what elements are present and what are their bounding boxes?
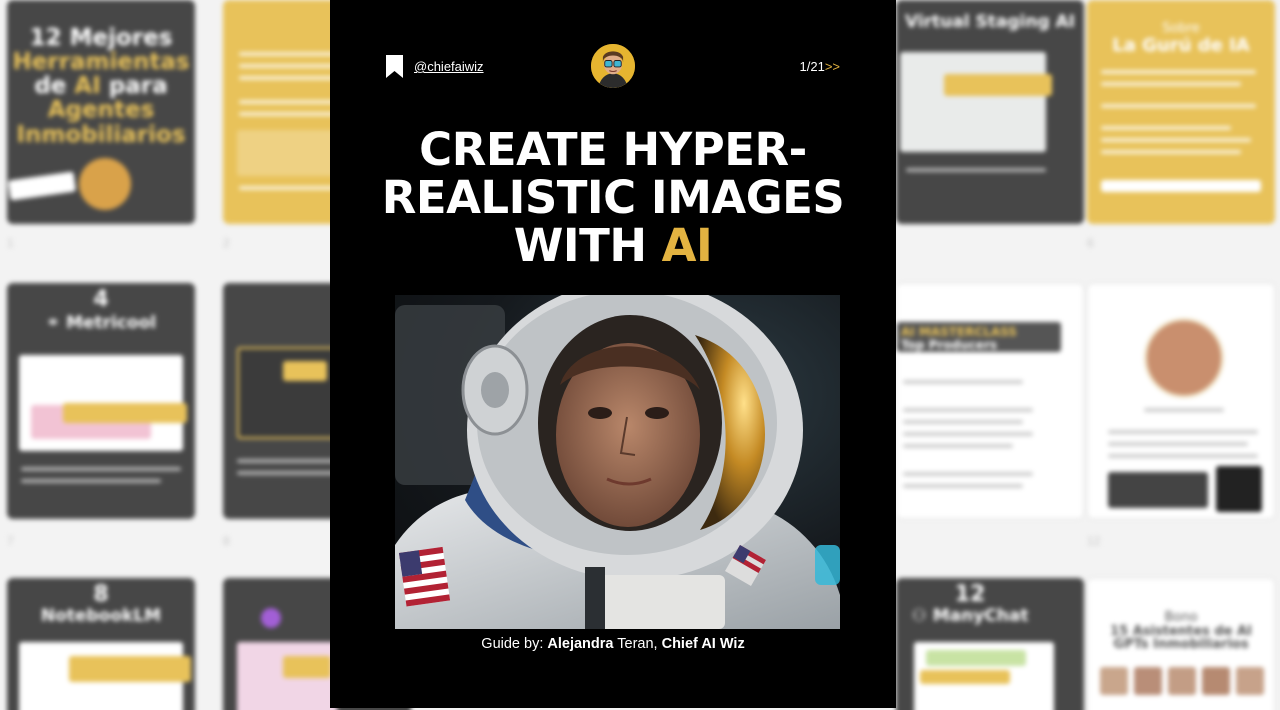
page-number: 12 bbox=[1087, 534, 1101, 548]
thumbnail-slide-7[interactable]: 4 ⚭ Metricool bbox=[7, 283, 195, 519]
text-line bbox=[903, 484, 1023, 488]
portrait-thumb bbox=[1168, 667, 1196, 695]
page-counter: 1/21>> bbox=[799, 59, 841, 74]
next-arrows-icon[interactable]: >> bbox=[825, 59, 840, 74]
chat-bubble bbox=[920, 670, 1010, 684]
logo-strip bbox=[1101, 180, 1261, 192]
text-line bbox=[1101, 70, 1256, 74]
cover-title: CREATE HYPER- REALISTIC IMAGES WITH AI bbox=[330, 126, 896, 270]
badge bbox=[7, 171, 77, 201]
text-line bbox=[903, 420, 1023, 424]
us-flag-icon bbox=[399, 546, 451, 607]
thumbnail-title: NotebookLM bbox=[40, 606, 162, 626]
text-line bbox=[903, 444, 1013, 448]
thumbnail-slide-17[interactable]: 12 ⚇ ManyChat bbox=[896, 578, 1084, 710]
portrait-thumb bbox=[1236, 667, 1264, 695]
hero-image-astronaut bbox=[395, 295, 840, 629]
text-line bbox=[903, 380, 1023, 384]
gamma-logo-icon bbox=[261, 608, 281, 628]
thumbnail-number: 8 bbox=[93, 582, 109, 607]
page-number: 2 bbox=[223, 236, 230, 250]
text-line bbox=[1101, 104, 1256, 108]
portrait-thumb bbox=[1134, 667, 1162, 695]
page-number: 8 bbox=[223, 534, 230, 548]
thumbnail-number: 12 bbox=[954, 582, 986, 607]
text-line bbox=[21, 467, 181, 471]
text-line bbox=[21, 479, 161, 483]
text-line bbox=[1108, 430, 1258, 434]
thumbnail-title: Sobre La Gurú de IA bbox=[1112, 21, 1250, 56]
thumbnail-number: 4 bbox=[93, 287, 109, 312]
cover-header: @chiefaiwiz 1/21>> bbox=[386, 42, 840, 92]
portrait-thumb bbox=[1202, 667, 1230, 695]
cta-button bbox=[1108, 472, 1208, 508]
title-line: WITH AI bbox=[513, 219, 713, 272]
page-number: 7 bbox=[7, 534, 14, 548]
thumbnail-slide-3[interactable]: Virtual Staging AI bbox=[896, 0, 1084, 224]
thumbnail-title: Virtual Staging AI bbox=[904, 12, 1076, 32]
text-line bbox=[1101, 126, 1231, 130]
text-line bbox=[1101, 150, 1241, 154]
text-line bbox=[1144, 408, 1224, 412]
portrait-thumb bbox=[1100, 667, 1128, 695]
text-line bbox=[1101, 82, 1241, 86]
thumbnail-slide-13[interactable]: 8 NotebookLM bbox=[7, 578, 195, 710]
author-handle-link[interactable]: @chiefaiwiz bbox=[414, 59, 484, 74]
bookmark-icon[interactable] bbox=[386, 55, 403, 78]
chat-bubble bbox=[926, 650, 1026, 666]
text-line bbox=[237, 459, 337, 463]
thumbnail-slide-18[interactable]: Bono 15 Asistentes de AI GPTs Inmobiliar… bbox=[1087, 578, 1275, 710]
astronaut-illustration bbox=[395, 295, 840, 629]
thumbnail-title: AI MASTERCLASS Top Producers bbox=[901, 325, 1017, 352]
text-line bbox=[1108, 454, 1258, 458]
page-number: 6 bbox=[1087, 236, 1094, 250]
callout bbox=[283, 656, 331, 678]
thumbnail-slide-1[interactable]: 12 Mejores Herramientas de AI para Agent… bbox=[7, 0, 195, 224]
text-line bbox=[903, 408, 1033, 412]
avatar bbox=[589, 42, 637, 90]
thumbnail-slide-11[interactable]: AI MASTERCLASS Top Producers bbox=[896, 283, 1084, 519]
title-line: CREATE HYPER- bbox=[419, 123, 807, 176]
callout bbox=[63, 403, 187, 423]
author-credit: Guide by: Alejandra Teran, Chief AI Wiz bbox=[481, 636, 745, 652]
callout bbox=[283, 361, 327, 381]
text-line bbox=[903, 432, 1033, 436]
text-line bbox=[237, 471, 337, 475]
page-number: 1 bbox=[7, 236, 14, 250]
callout bbox=[69, 656, 191, 682]
qr-code-icon bbox=[1216, 466, 1262, 512]
thumbnail-title: Bono 15 Asistentes de AI GPTs Inmobiliar… bbox=[1110, 610, 1252, 653]
thumbnail-title: ⚭ Metricool bbox=[45, 313, 157, 333]
title-line: REALISTIC IMAGES bbox=[381, 171, 845, 224]
profile-photo bbox=[1144, 318, 1224, 398]
thumbnail-slide-12[interactable] bbox=[1087, 283, 1275, 519]
text-line bbox=[1101, 138, 1251, 142]
text-line bbox=[906, 168, 1046, 172]
wizard-avatar-icon bbox=[591, 44, 635, 88]
text-line bbox=[903, 472, 1033, 476]
staged-room-image bbox=[900, 52, 1046, 152]
avatar bbox=[79, 158, 131, 210]
thumbnail-title: 12 Mejores Herramientas de AI para Agent… bbox=[12, 25, 190, 148]
text-line bbox=[1108, 442, 1248, 446]
thumbnail-slide-6[interactable]: Sobre La Gurú de IA bbox=[1087, 0, 1275, 224]
thumbnail-title: ⚇ ManyChat bbox=[911, 606, 1029, 626]
callout bbox=[944, 74, 1052, 96]
cover-slide[interactable]: @chiefaiwiz 1/21>> CREATE HYPER- REALIST… bbox=[330, 0, 896, 708]
